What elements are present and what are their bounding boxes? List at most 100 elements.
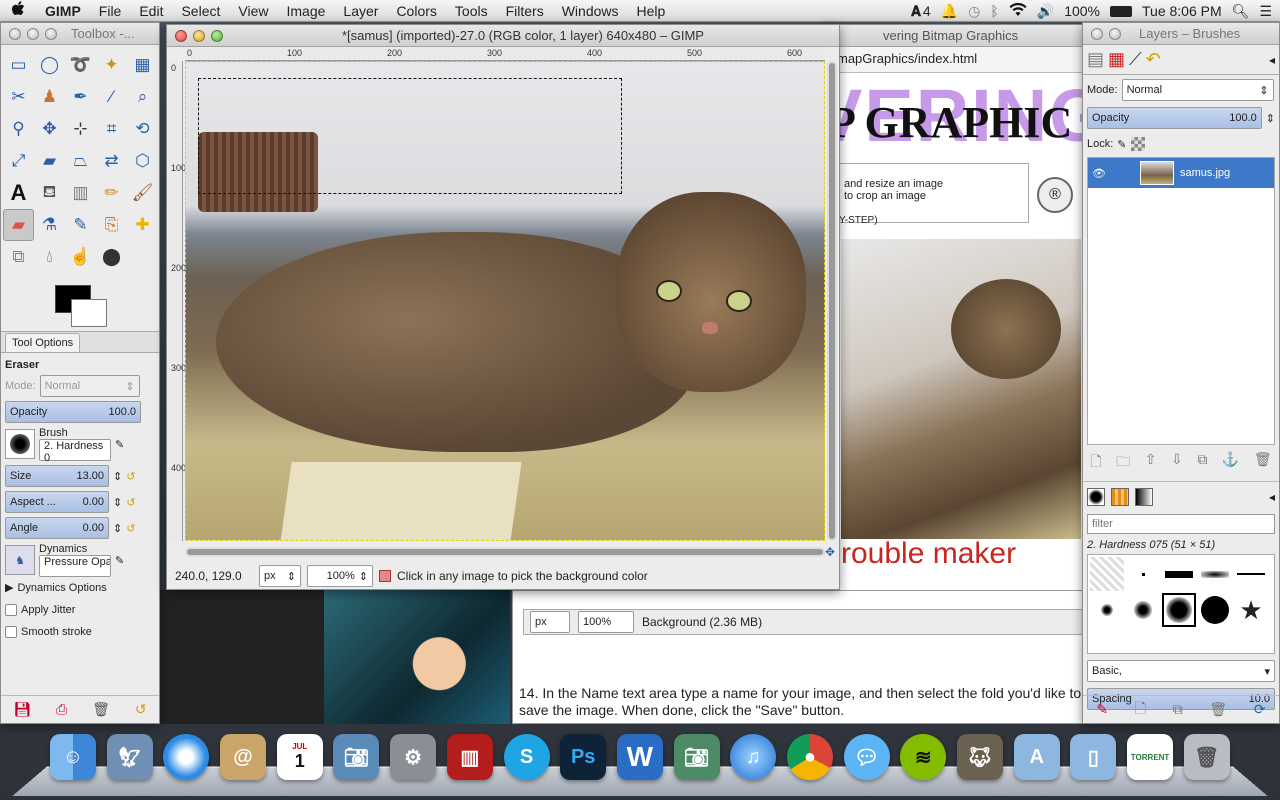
menu-filters[interactable]: Filters: [497, 3, 553, 19]
cage-icon[interactable]: ⬡: [127, 145, 158, 177]
smudge-icon[interactable]: ☝: [65, 241, 96, 273]
gimp-icon[interactable]: 🐺︎: [957, 734, 1003, 780]
smooth-stroke-row[interactable]: Smooth stroke: [1, 618, 159, 640]
clone-icon[interactable]: ⎘: [96, 209, 127, 241]
close-button[interactable]: [1091, 27, 1103, 40]
unit-select[interactable]: px: [530, 611, 570, 633]
dynamics-field[interactable]: Pressure Opac: [39, 555, 111, 577]
menu-image[interactable]: Image: [277, 3, 334, 19]
brush-preview-icon[interactable]: [5, 429, 35, 459]
battery-icon[interactable]: [1110, 5, 1133, 17]
unit-select[interactable]: px ⇕: [259, 565, 301, 587]
heal-icon[interactable]: ✚: [127, 209, 158, 241]
finder-icon[interactable]: ☺: [50, 734, 96, 780]
system-preferences-icon[interactable]: ⚙: [390, 734, 437, 780]
blend-icon[interactable]: ▥: [65, 177, 96, 209]
size-slider[interactable]: Size 13.00: [5, 465, 109, 487]
vertical-scroll-thumb[interactable]: [829, 63, 835, 539]
duplicate-brush-icon[interactable]: ⧉: [1173, 701, 1183, 718]
horizontal-scroll-thumb[interactable]: [187, 549, 823, 555]
ical-icon[interactable]: JUL 1: [276, 734, 323, 780]
tab-menu-icon[interactable]: ◂: [1269, 490, 1275, 504]
trash-icon[interactable]: 🗑︎: [1183, 734, 1230, 780]
reset-angle-icon[interactable]: ↺: [126, 522, 135, 535]
layer-visibility-eye-icon[interactable]: 👁︎: [1092, 167, 1110, 180]
notification-bell-icon[interactable]: 🔔: [941, 3, 958, 20]
bucket-fill-icon[interactable]: ⛾: [34, 177, 65, 209]
selection-marquee[interactable]: [198, 78, 622, 194]
raise-layer-icon[interactable]: ⇧: [1145, 451, 1157, 475]
safari-icon[interactable]: ✦: [163, 734, 210, 780]
time-machine-icon[interactable]: ◷: [968, 3, 980, 20]
menu-view[interactable]: View: [229, 3, 277, 19]
blur-icon[interactable]: 💧︎: [34, 241, 65, 273]
menu-layer[interactable]: Layer: [334, 3, 387, 19]
dodge-burn-icon[interactable]: ⬤: [96, 241, 127, 273]
tab-tool-options[interactable]: Tool Options: [5, 332, 81, 352]
zoom-button[interactable]: [45, 27, 57, 40]
brush-cell[interactable]: [1162, 557, 1196, 591]
scissors-icon[interactable]: ✂: [3, 81, 34, 113]
new-layer-icon[interactable]: 🗋: [1090, 451, 1101, 475]
angle-slider[interactable]: Angle 0.00: [5, 517, 109, 539]
free-select-icon[interactable]: ➰: [65, 49, 96, 81]
spotlight-search-icon[interactable]: 🔍︎: [1232, 3, 1250, 20]
brush-cell-selected[interactable]: [1162, 593, 1196, 627]
minimize-button[interactable]: [1109, 27, 1121, 40]
torrent-file-icon[interactable]: TORRENT: [1127, 734, 1174, 780]
color-picker-icon[interactable]: ⁄: [96, 81, 127, 113]
reset-options-icon[interactable]: ↺: [135, 701, 147, 718]
close-button[interactable]: [9, 27, 21, 40]
layer-opacity-slider[interactable]: Opacity 100.0: [1087, 107, 1262, 129]
rect-select-icon[interactable]: ▭: [3, 49, 34, 81]
brush-cell[interactable]: [1126, 557, 1160, 591]
tab-channels-icon[interactable]: ▦: [1108, 49, 1125, 70]
edit-brush-icon[interactable]: ✎: [1096, 701, 1108, 718]
brush-cell[interactable]: [1198, 593, 1232, 627]
lower-layer-icon[interactable]: ⇩: [1171, 451, 1183, 475]
bluetooth-icon[interactable]: ᛒ: [990, 3, 998, 19]
delete-layer-icon[interactable]: 🗑︎: [1254, 451, 1272, 475]
browser-url-bar[interactable]: mapGraphics/index.html: [823, 47, 1089, 73]
tab-menu-icon[interactable]: ◂: [1269, 53, 1275, 67]
smooth-stroke-checkbox[interactable]: [5, 626, 17, 638]
menu-tools[interactable]: Tools: [446, 3, 497, 19]
fuzzy-select-icon[interactable]: ✦: [96, 49, 127, 81]
delete-options-icon[interactable]: 🗑︎: [92, 701, 110, 718]
wifi-icon[interactable]: [1009, 2, 1027, 20]
brush-filter-input[interactable]: [1087, 514, 1275, 534]
brush-set-select[interactable]: Basic, ▾: [1087, 660, 1275, 682]
vertical-scrollbar[interactable]: [827, 61, 837, 541]
duplicate-layer-icon[interactable]: ⧉: [1197, 451, 1207, 475]
itunes-icon[interactable]: ♫: [730, 734, 777, 780]
zoom-select[interactable]: 100% ⇕: [307, 565, 373, 587]
image-capture-icon[interactable]: 📷︎: [673, 734, 720, 780]
iphoto-icon[interactable]: 📷︎: [333, 734, 380, 780]
tab-layers-icon[interactable]: ▤: [1087, 49, 1104, 70]
preview-icon[interactable]: 🦅︎: [106, 734, 153, 780]
angle-spinner-icon[interactable]: ⇕: [113, 522, 122, 535]
scale-icon[interactable]: ⤢: [3, 145, 34, 177]
image-canvas[interactable]: [185, 61, 825, 541]
delete-brush-icon[interactable]: 🗑︎: [1209, 701, 1227, 718]
chrome-icon[interactable]: ●: [786, 734, 833, 780]
measure-icon[interactable]: ⚲: [3, 113, 34, 145]
brush-cell[interactable]: [1090, 593, 1124, 627]
opacity-slider[interactable]: Opacity 100.0: [5, 401, 141, 423]
size-spinner-icon[interactable]: ⇕: [113, 470, 122, 483]
flip-icon[interactable]: ⇄: [96, 145, 127, 177]
menu-windows[interactable]: Windows: [553, 3, 628, 19]
brush-cell[interactable]: [1090, 557, 1124, 591]
photo-booth-icon[interactable]: ▥: [446, 734, 493, 780]
word-icon[interactable]: W: [616, 734, 663, 780]
rotate-icon[interactable]: ⟲: [127, 113, 158, 145]
opacity-spinner-icon[interactable]: ⇕: [1266, 112, 1275, 125]
address-book-icon[interactable]: @: [220, 734, 267, 780]
aspect-slider[interactable]: Aspect ... 0.00: [5, 491, 109, 513]
apply-jitter-row[interactable]: Apply Jitter: [1, 596, 159, 618]
lock-alpha-icon[interactable]: [1130, 137, 1145, 151]
app-menu[interactable]: GIMP: [36, 3, 90, 19]
zoom-select[interactable]: 100%: [578, 611, 634, 633]
anchor-layer-icon[interactable]: ⚓: [1222, 451, 1239, 475]
zoom-tool-icon[interactable]: ⌕: [127, 81, 158, 113]
